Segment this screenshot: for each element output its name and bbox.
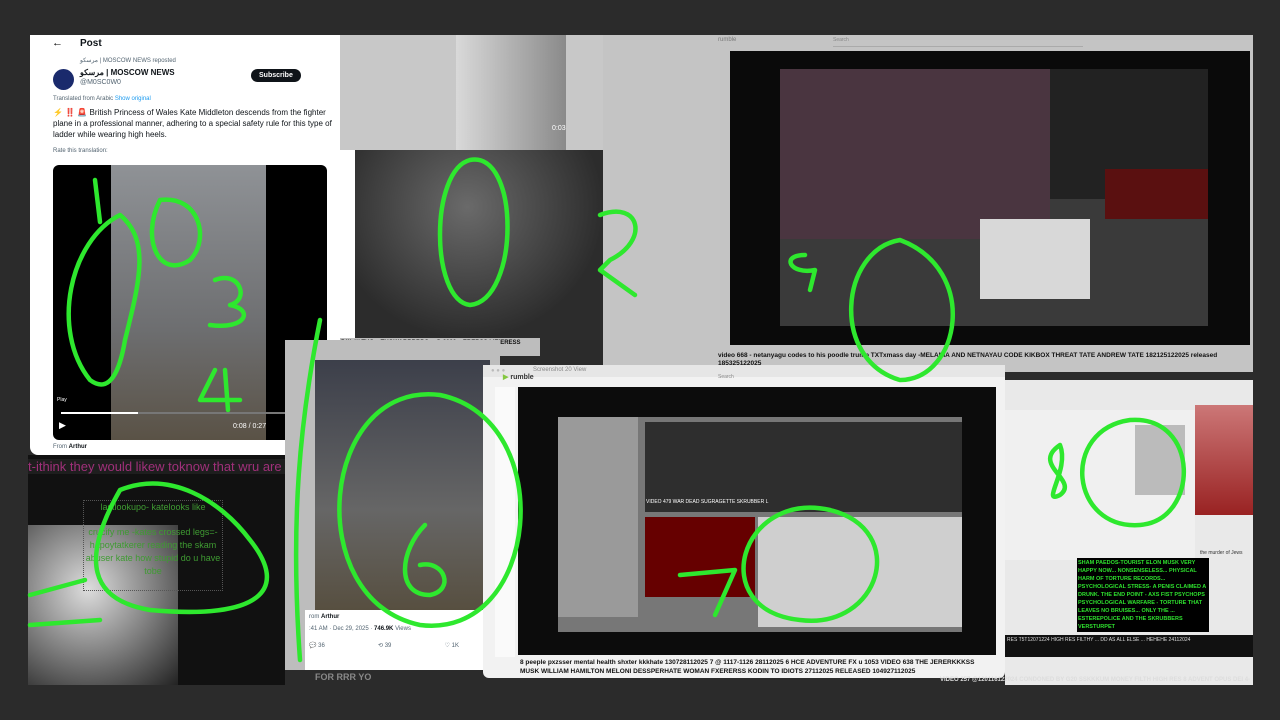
side-text: the murder of Jews	[1200, 550, 1243, 556]
rumble-logo[interactable]: rumble	[718, 37, 736, 43]
play-label: Play	[57, 397, 67, 403]
video-time: 0:08 / 0:27	[233, 423, 267, 430]
from-line: From Arthur	[53, 444, 87, 450]
red-cross-image	[1135, 425, 1185, 495]
window-title: Screenshot 20	[533, 367, 572, 373]
rumble-logo[interactable]: ▶ rumble	[503, 373, 534, 381]
handle[interactable]: @M0SC0W0	[80, 79, 121, 86]
caption-line: lastlookupo- katelooks like	[100, 502, 206, 512]
from-user[interactable]: Arthur	[321, 614, 339, 620]
green-caption: lastlookupo- katelooks like crucify me -…	[83, 500, 223, 591]
rumble-video[interactable]	[730, 51, 1250, 345]
repost-button[interactable]: ⟲ 39	[378, 642, 391, 649]
from-label: rom	[309, 614, 320, 620]
stairs-video-panel: 0:03	[340, 35, 605, 150]
translated-label: Translated from Arabic	[53, 96, 114, 102]
video-screenshot-collage: VIDEO 479 WAR DEAD SUGRAGETTE SKRUBBER L	[558, 417, 962, 632]
timestamp: :41 AM · Dec 29, 2025 ·	[309, 626, 375, 632]
inner-caption: VIDEO 479 WAR DEAD SUGRAGETTE SKRUBBER L	[646, 499, 769, 505]
below-text: FOR RRR YO	[315, 672, 372, 682]
painting-image	[1195, 405, 1253, 515]
banner-text: t-ithink they would likew toknow that wr…	[28, 459, 285, 474]
rumble-icon: ▶	[503, 374, 509, 381]
right-collage: the murder of Jews SHAM PAEDOS-TOURIST E…	[940, 380, 1253, 685]
video-progress-bar[interactable]	[61, 412, 319, 414]
repost-label: مرسكو | MOSCOW NEWS reposted	[80, 58, 176, 64]
green-text-block: SHAM PAEDOS-TOURIST ELON MUSK VERY HAPPY…	[1077, 558, 1209, 632]
view-button[interactable]: View	[573, 367, 586, 373]
window-titlebar: Screenshot 20 View	[483, 365, 1005, 377]
video-title: 8 peeple pxzsser mental health shxter kk…	[520, 659, 975, 675]
rumble-window-top: rumble Search video 668 - netanyagu code…	[603, 35, 1253, 372]
video-screenshot-collage	[780, 69, 1208, 326]
tweet-image[interactable]	[315, 360, 490, 610]
display-name[interactable]: مرسكو | MOSCOW NEWS	[80, 68, 175, 77]
from-label: From	[53, 444, 67, 450]
bottom-caption: VIDEO 257 @120116122024 CONDONED BY G20 …	[940, 677, 1251, 683]
from-user[interactable]: Arthur	[69, 444, 87, 450]
back-arrow-icon[interactable]: ←	[52, 37, 63, 49]
repost-count: 39	[384, 643, 392, 649]
reply-button[interactable]: 💬 36	[309, 642, 325, 649]
like-button[interactable]: ♡ 1K	[445, 642, 459, 649]
sidebar	[495, 387, 515, 657]
play-icon[interactable]: ▶	[59, 420, 66, 431]
screenshot-window: Screenshot 20 View ● ● ● ▶ rumble Search…	[483, 365, 1005, 678]
rate-translation: Rate this translation:	[53, 148, 108, 154]
video-progress-fill	[61, 412, 139, 414]
caption-line: crucify me -kates crossed legs=- hapoyta…	[85, 527, 221, 576]
meme-panel: t-ithink they would likew toknow that wr…	[28, 455, 285, 685]
post-header: Post	[80, 38, 102, 49]
caption: RES T5T12071224 HIGH RES FILTHY ... DD A…	[1005, 635, 1253, 657]
rumble-video[interactable]: VIDEO 479 WAR DEAD SUGRAGETTE SKRUBBER L	[518, 387, 996, 655]
search-input[interactable]: Search	[833, 37, 1083, 47]
reply-count: 36	[318, 643, 325, 649]
video-frame	[111, 165, 266, 440]
logo-text: rumble	[510, 374, 534, 381]
show-original-link[interactable]: Show original	[115, 96, 151, 102]
search-input[interactable]: Search	[718, 374, 734, 380]
subscribe-button[interactable]: Subscribe	[251, 69, 301, 82]
tweet-footer: rom Arthur :41 AM · Dec 29, 2025 · 746.9…	[305, 610, 490, 670]
avatar[interactable]	[53, 69, 74, 90]
like-count: 1K	[451, 643, 459, 649]
views-count: 746.9K	[374, 626, 394, 632]
views-label: Views	[395, 626, 411, 632]
tweet-panel-2: rom Arthur :41 AM · Dec 29, 2025 · 746.9…	[285, 340, 500, 670]
grayscale-image	[355, 150, 605, 340]
tweet-text: ⚡ ‼️ 🚨 British Princess of Wales Kate Mi…	[53, 108, 332, 139]
video-time: 0:03	[552, 125, 566, 132]
translation-note: Translated from Arabic Show original	[53, 96, 151, 102]
stairs-image	[456, 35, 566, 150]
